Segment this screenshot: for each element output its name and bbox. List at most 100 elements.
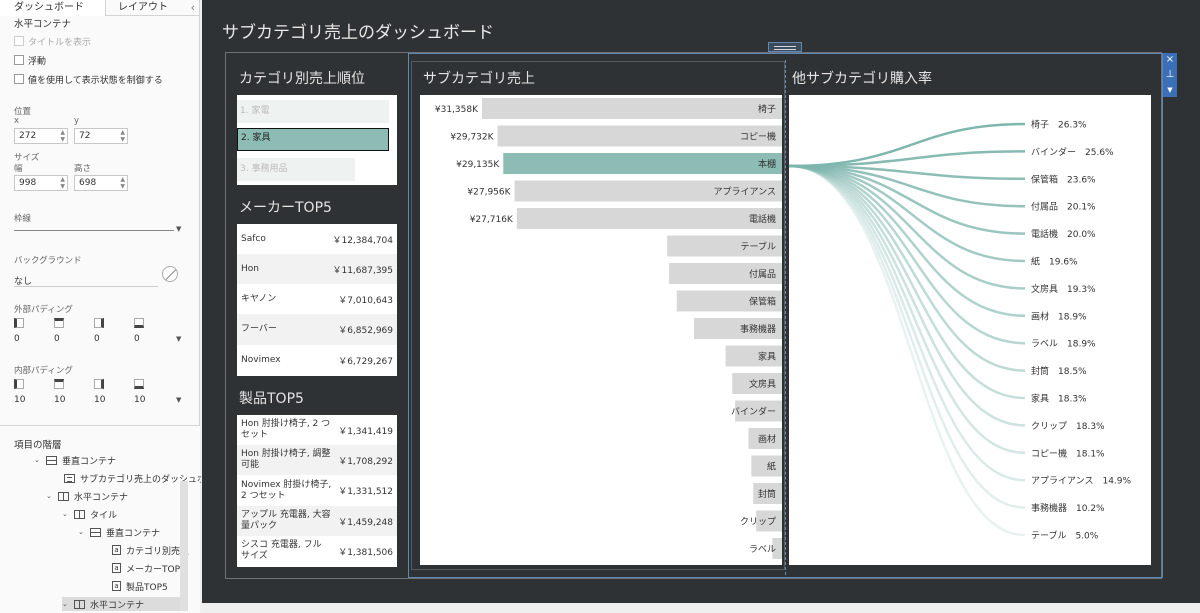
flow-target-label[interactable]: ラベル 18.9% (1031, 339, 1096, 350)
subcategory-bar[interactable] (503, 153, 782, 174)
control-visibility-checkbox[interactable] (14, 74, 24, 84)
more-options-icon[interactable]: ▼ (1163, 83, 1177, 97)
subcategory-label[interactable]: 椅子 (758, 103, 776, 115)
flow-target-label[interactable]: アプライアンス 14.9% (1031, 476, 1132, 487)
flow-target-label[interactable]: コピー機 18.1% (1031, 447, 1105, 459)
cross-purchase-title[interactable]: 他サブカテゴリ購入率 (792, 68, 932, 88)
flow-target-label[interactable]: クリップ 18.3% (1031, 421, 1105, 432)
caret-down-icon[interactable]: ⌄ (78, 528, 90, 536)
x-input[interactable]: 272 ▲ ▼ (14, 128, 68, 144)
hierarchy-item[interactable]: ⌄ 垂直コンテナ (78, 525, 160, 539)
inner-padding-top[interactable]: 10 (54, 395, 65, 405)
subcategory-label[interactable]: 画材 (758, 433, 776, 445)
subcategory-title[interactable]: サブカテゴリ売上 (423, 68, 535, 88)
caret-down-icon[interactable]: ⌄ (62, 510, 74, 518)
subcategory-label[interactable]: 家具 (758, 351, 776, 363)
tab-layout[interactable]: レイアウト (106, 0, 186, 16)
flow-target-label[interactable]: バインダー 25.6% (1031, 146, 1114, 158)
caret-down-icon[interactable]: ⌄ (34, 456, 46, 464)
subcategory-label[interactable]: 事務機器 (740, 323, 776, 335)
flow-target-label[interactable]: 画材 18.9% (1031, 310, 1087, 322)
subcategory-bar[interactable] (482, 98, 782, 119)
inner-padding-bottom[interactable]: 10 (134, 395, 145, 405)
outer-padding-left[interactable]: 0 (14, 334, 20, 344)
outer-padding-top[interactable]: 0 (54, 334, 60, 344)
maker-top5-title[interactable]: メーカーTOP5 (239, 197, 332, 217)
flow-target-label[interactable]: 椅子 26.3% (1031, 119, 1087, 131)
subcategory-label[interactable]: 紙 (767, 461, 776, 473)
flow-target-label[interactable]: 保管箱 23.6% (1031, 173, 1096, 185)
width-input[interactable]: 998 ▲ ▼ (14, 175, 68, 191)
y-input[interactable]: 72 ▲ ▼ (74, 128, 128, 144)
show-title-checkbox[interactable] (14, 36, 24, 46)
category-item[interactable]: 3. 事務用品 (237, 158, 355, 181)
flow-target-label[interactable]: 封筒 18.5% (1031, 365, 1087, 377)
height-input[interactable]: 698 ▲ ▼ (74, 175, 128, 191)
subcategory-label[interactable]: 保管箱 (749, 296, 776, 308)
cross-purchase-sankey[interactable]: 椅子 26.3% バインダー 25.6% 保管箱 23.6% 付属品 20.1% 電話機 20.0… (789, 95, 1151, 565)
table-row[interactable]: Safco ￥12,384,704 (237, 224, 397, 254)
dashboard-title[interactable]: サブカテゴリ売上のダッシュボード (222, 18, 494, 43)
flow-target-label[interactable]: テーブル 5.0% (1031, 530, 1099, 542)
subcategory-label[interactable]: テーブル (741, 241, 776, 253)
category-title[interactable]: カテゴリ別売上順位 (239, 68, 365, 88)
table-row[interactable]: フーバー ￥6,852,969 (237, 314, 397, 345)
hierarchy-item-selected[interactable]: ⌄ 水平コンテナ (62, 597, 182, 611)
dropdown-arrow-icon[interactable]: ▼ (176, 396, 181, 404)
hierarchy-item[interactable]: a 製品TOP5 (112, 579, 168, 593)
table-row[interactable]: Novimex ￥6,729,267 (237, 345, 397, 375)
subcategory-bar-chart[interactable]: 椅子 ¥31,358K コピー機 ¥29,732K 本棚 ¥29,135K アプライアンス ¥… (420, 95, 782, 565)
table-row[interactable]: シスコ 充電器, フル サイズ ￥1,381,506 (237, 536, 397, 566)
stepper-icon[interactable]: ▲ ▼ (60, 176, 65, 190)
no-color-icon[interactable] (162, 266, 178, 282)
dropdown-arrow-icon[interactable]: ▼ (176, 335, 181, 343)
border-style-dropdown[interactable] (14, 230, 174, 231)
maker-top5-table[interactable]: Safco ￥12,384,704 Hon ￥11,687,395 キヤノン ￥7,0… (237, 224, 397, 376)
subcategory-value-label[interactable]: ¥31,358K (435, 105, 479, 115)
category-item[interactable]: 1. 家電 (237, 100, 389, 123)
flow-target-label[interactable]: 文房具 19.3% (1031, 283, 1096, 295)
table-row[interactable]: Hon ￥11,687,395 (237, 254, 397, 284)
flow-target-label[interactable]: 家具 18.3% (1031, 393, 1087, 405)
subcategory-label[interactable]: クリップ (740, 517, 776, 528)
flow-target-label[interactable]: 事務機器 10.2% (1031, 502, 1105, 514)
outer-padding-bottom[interactable]: 0 (134, 334, 140, 344)
category-list[interactable]: 1. 家電 2. 家具 3. 事務用品 (237, 95, 397, 185)
subcategory-label[interactable]: 付属品 (749, 269, 776, 280)
flow-line[interactable] (789, 164, 1026, 263)
table-row[interactable]: キヤノン ￥7,010,643 (237, 284, 397, 314)
collapse-panel-icon[interactable]: ‹ (191, 1, 195, 14)
pin-icon[interactable]: ⊥ (1163, 68, 1177, 82)
hierarchy-item[interactable]: ⌄ タイル (62, 507, 117, 521)
subcategory-label[interactable]: 封筒 (758, 488, 776, 500)
subcategory-value-label[interactable]: ¥27,716K (470, 215, 514, 225)
subcategory-label[interactable]: 文房具 (749, 378, 776, 390)
inner-padding-left[interactable]: 10 (14, 395, 25, 405)
drag-handle[interactable] (768, 42, 802, 52)
product-top5-title[interactable]: 製品TOP5 (239, 388, 304, 408)
table-row[interactable]: Hon 肘掛け椅子, 2 つセット ￥1,341,419 (237, 415, 397, 445)
flow-target-label[interactable]: 紙 19.6% (1031, 256, 1078, 268)
subcategory-value-label[interactable]: ¥29,135K (456, 160, 500, 170)
hierarchy-item[interactable]: ⌄ 水平コンテナ (46, 489, 128, 503)
caret-down-icon[interactable]: ⌄ (46, 492, 58, 500)
flow-line[interactable] (789, 164, 1026, 318)
category-item-selected[interactable]: 2. 家具 (237, 128, 389, 151)
subcategory-label[interactable]: 電話機 (749, 213, 776, 225)
subcategory-label[interactable]: ラベル (749, 544, 776, 555)
product-top5-table[interactable]: Hon 肘掛け椅子, 2 つセット ￥1,341,419 Hon 肘掛け椅子, 調… (237, 415, 397, 567)
flow-line[interactable] (789, 164, 1026, 537)
subcategory-label[interactable]: バインダー (731, 406, 776, 418)
subcategory-label[interactable]: 本棚 (758, 158, 776, 170)
outer-padding-right[interactable]: 0 (94, 334, 100, 344)
table-row[interactable]: アップル 充電器, 大容量パック ￥1,459,248 (237, 506, 397, 536)
inner-padding-right[interactable]: 10 (94, 395, 105, 405)
subcategory-label[interactable]: コピー機 (740, 131, 776, 143)
table-row[interactable]: Hon 肘掛け椅子, 調整可能 ￥1,708,292 (237, 445, 397, 475)
hierarchy-item[interactable]: a カテゴリ別売上 (112, 543, 189, 557)
subcategory-value-label[interactable]: ¥27,956K (467, 188, 511, 198)
table-row[interactable]: Novimex 肘掛け椅子, 2 つセット ￥1,331,512 (237, 475, 397, 506)
close-icon[interactable]: × (1163, 53, 1177, 67)
floating-checkbox[interactable] (14, 55, 24, 65)
flow-target-label[interactable]: 付属品 20.1% (1031, 202, 1096, 213)
